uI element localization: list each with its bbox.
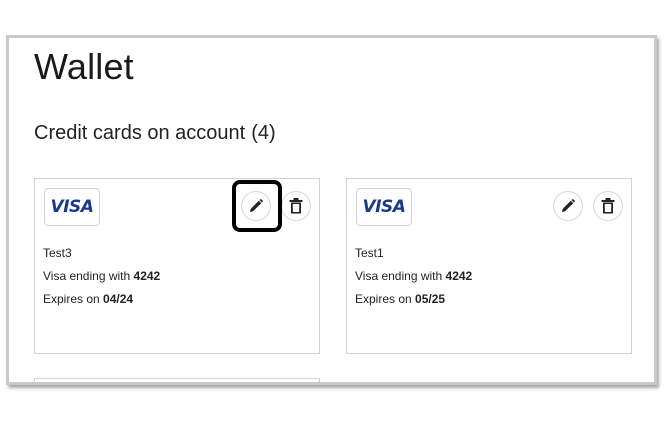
section-title-label: Credit cards on account bbox=[34, 122, 246, 144]
credit-card-tile: VISA Test3 Visa ending with 4242 Expires… bbox=[34, 178, 320, 354]
section-title: Credit cards on account (4) bbox=[34, 122, 276, 145]
card-expiry-label: Expires on bbox=[43, 292, 100, 306]
visa-logo: VISA bbox=[44, 188, 100, 226]
delete-card-button[interactable] bbox=[281, 191, 311, 221]
page-title: Wallet bbox=[34, 46, 134, 87]
wallet-panel: Wallet Credit cards on account (4) VISA T… bbox=[6, 35, 657, 385]
pencil-icon bbox=[562, 199, 575, 212]
card-count: (4) bbox=[251, 122, 276, 144]
card-expiry-date: 05/25 bbox=[415, 292, 446, 306]
trash-icon bbox=[289, 198, 303, 214]
card-last4: 4242 bbox=[445, 269, 473, 283]
delete-card-button[interactable] bbox=[593, 191, 623, 221]
edit-card-button[interactable] bbox=[553, 191, 583, 221]
pencil-icon bbox=[250, 199, 263, 212]
card-ending-label: Visa ending with bbox=[43, 269, 131, 283]
visa-logo: VISA bbox=[356, 188, 412, 226]
card-ending: Visa ending with 4242 bbox=[43, 269, 160, 283]
card-expiry: Expires on 05/25 bbox=[355, 292, 445, 306]
card-ending: Visa ending with 4242 bbox=[355, 269, 472, 283]
card-expiry: Expires on 04/24 bbox=[43, 292, 133, 306]
edit-card-button[interactable] bbox=[241, 191, 271, 221]
card-ending-label: Visa ending with bbox=[355, 269, 443, 283]
credit-card-tile: VISA Test1 Visa ending with 4242 Expires… bbox=[346, 178, 632, 354]
card-last4: 4242 bbox=[133, 269, 161, 283]
card-nickname: Test3 bbox=[43, 246, 72, 260]
card-expiry-label: Expires on bbox=[355, 292, 412, 306]
trash-icon bbox=[601, 198, 615, 214]
card-nickname: Test1 bbox=[355, 246, 384, 260]
credit-card-tile-partial bbox=[34, 378, 320, 382]
card-expiry-date: 04/24 bbox=[103, 292, 134, 306]
